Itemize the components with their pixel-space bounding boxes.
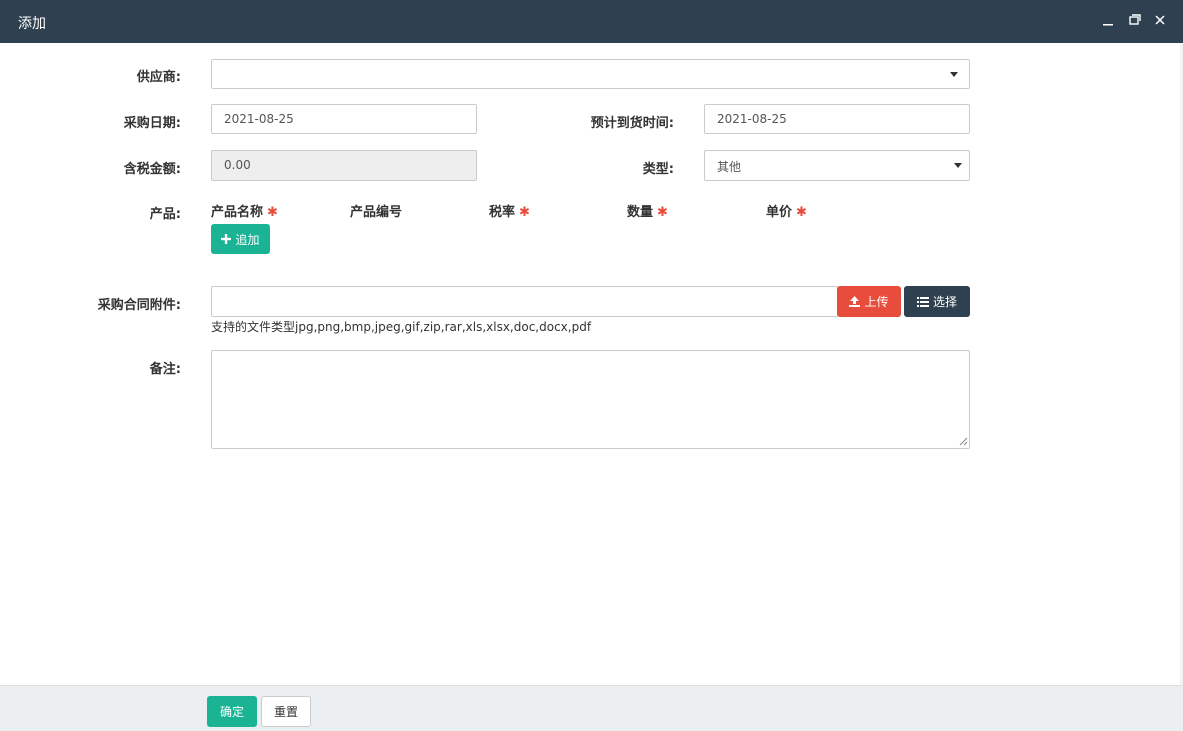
upload-icon	[849, 296, 861, 307]
product-col-code: 产品编号	[350, 201, 402, 220]
purchase-date-label: 采购日期:	[123, 116, 181, 131]
expected-date-label: 预计到货时间:	[590, 116, 674, 131]
type-label: 类型:	[642, 162, 674, 177]
required-star-icon: ✱	[657, 205, 668, 220]
maximize-icon[interactable]	[1124, 10, 1144, 30]
required-star-icon: ✱	[796, 205, 807, 220]
remark-textarea[interactable]	[211, 350, 970, 449]
remark-label: 备注:	[149, 362, 181, 377]
required-star-icon: ✱	[519, 205, 530, 220]
supplier-label: 供应商:	[136, 70, 181, 85]
supplier-select[interactable]	[211, 59, 970, 89]
expected-date-input[interactable]: 2021-08-25	[704, 104, 970, 134]
products-label: 产品:	[149, 207, 181, 222]
dialog-footer: 确定 重置	[0, 685, 1183, 731]
add-product-label: 追加	[235, 232, 260, 247]
file-type-hint: 支持的文件类型jpg,png,bmp,jpeg,gif,zip,rar,xls,…	[211, 320, 592, 334]
product-col-unit-price: 单价 ✱	[766, 201, 807, 220]
product-col-unit-price-label: 单价	[766, 205, 793, 220]
chevron-down-icon	[950, 72, 958, 77]
minimize-icon[interactable]	[1098, 10, 1118, 30]
attachment-label: 采购合同附件:	[97, 298, 181, 313]
required-star-icon: ✱	[267, 205, 278, 220]
product-col-name: 产品名称 ✱	[211, 201, 278, 220]
product-col-quantity-label: 数量	[627, 205, 654, 220]
confirm-button[interactable]: 确定	[207, 696, 257, 727]
chevron-down-icon	[954, 163, 962, 168]
confirm-label: 确定	[219, 705, 244, 719]
add-dialog: 添加 供应商: 采购日期: 2021-08-25 预计到货时间: 2021-08…	[0, 0, 1183, 731]
close-icon[interactable]	[1150, 10, 1170, 30]
plus-icon	[221, 234, 232, 244]
tax-amount-input: 0.00	[211, 150, 477, 181]
tax-amount-label: 含税金额:	[123, 162, 181, 177]
product-col-quantity: 数量 ✱	[627, 201, 668, 220]
type-select[interactable]: 其他	[704, 150, 970, 181]
select-file-button[interactable]: 选择	[904, 286, 970, 317]
list-icon	[916, 296, 929, 307]
upload-label: 上传	[864, 295, 889, 309]
reset-button[interactable]: 重置	[261, 696, 311, 727]
dialog-titlebar: 添加	[0, 0, 1183, 43]
product-col-tax-rate-label: 税率	[489, 205, 516, 220]
product-col-code-label: 产品编号	[350, 205, 403, 220]
add-product-button[interactable]: 追加	[211, 224, 270, 254]
product-col-name-label: 产品名称	[211, 205, 264, 220]
upload-button[interactable]: 上传	[837, 286, 901, 317]
product-col-tax-rate: 税率 ✱	[489, 201, 530, 220]
resize-grip-icon[interactable]	[958, 436, 968, 446]
dialog-title: 添加	[18, 16, 46, 32]
attachment-input[interactable]	[211, 286, 838, 317]
select-file-label: 选择	[932, 295, 957, 309]
purchase-date-input[interactable]: 2021-08-25	[211, 104, 477, 134]
reset-label: 重置	[273, 705, 298, 719]
